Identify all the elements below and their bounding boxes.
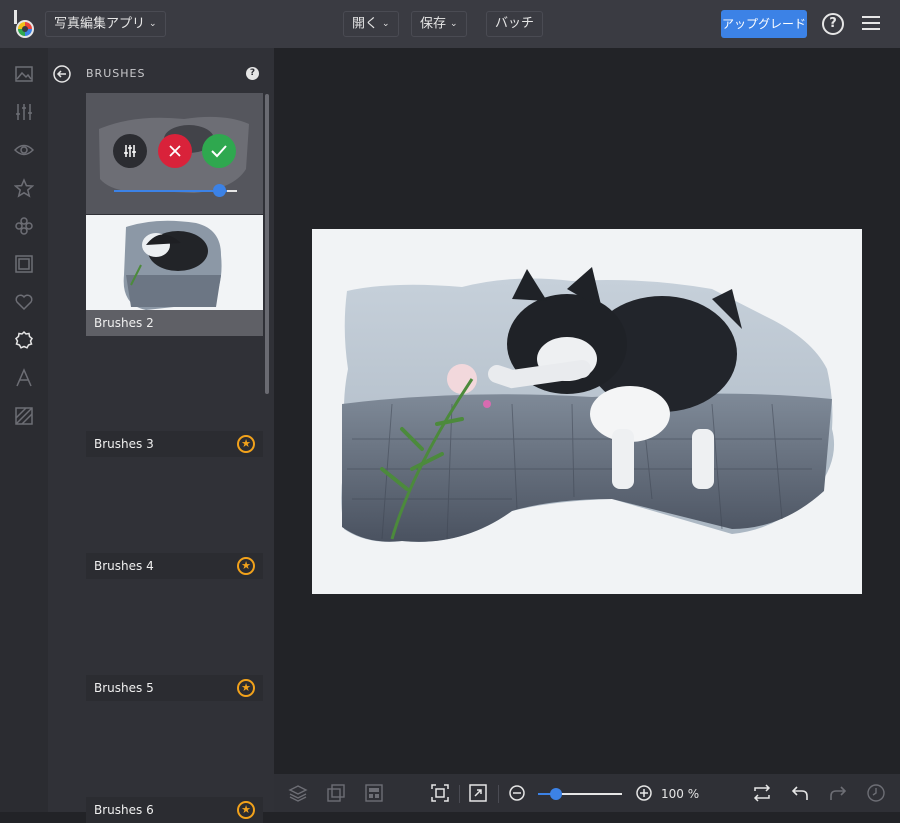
brushes-panel: BRUSHES ? Brushes 2 Brushes 3 ★ Brushes …	[48, 48, 274, 823]
adjust-icon[interactable]	[14, 102, 34, 122]
premium-star-icon: ★	[237, 557, 255, 575]
brushes-3-item[interactable]: Brushes 3 ★	[86, 431, 263, 457]
checkmark-icon	[211, 145, 227, 158]
brushes-2-label: Brushes 2	[94, 316, 154, 330]
zoom-in-icon[interactable]	[634, 783, 654, 803]
open-menu-label: 開く	[352, 16, 379, 32]
tool-sidebar	[0, 48, 48, 812]
kitten-photo-image	[312, 229, 862, 594]
layers-icon[interactable]	[288, 783, 308, 803]
save-menu-button[interactable]: 保存 ⌄	[411, 11, 467, 37]
frame-icon[interactable]	[14, 254, 34, 274]
chevron-down-icon: ⌄	[450, 19, 458, 29]
chevron-down-icon: ⌄	[382, 19, 390, 29]
brushes-4-item[interactable]: Brushes 4 ★	[86, 553, 263, 579]
intensity-slider-rest	[227, 190, 237, 192]
image-icon[interactable]	[14, 64, 34, 84]
batch-button[interactable]: バッチ	[486, 11, 544, 37]
brushes-6-label: Brushes 6	[94, 803, 154, 817]
panel-scrollbar[interactable]	[265, 94, 269, 394]
toolbar-divider	[498, 785, 499, 803]
zoom-slider-thumb[interactable]	[550, 788, 562, 800]
app-name-button[interactable]: 写真編集アプリ ⌄	[45, 11, 166, 37]
premium-star-icon: ★	[237, 801, 255, 819]
sliders-icon	[124, 145, 136, 157]
zoom-value: 100 %	[661, 787, 700, 801]
adjust-brush-button[interactable]	[113, 134, 147, 168]
close-icon	[169, 145, 181, 157]
top-bar: 写真編集アプリ ⌄ 開く ⌄ 保存 ⌄ バッチ アップグレード ?	[0, 0, 900, 48]
help-icon[interactable]: ?	[822, 13, 844, 35]
fit-to-screen-icon[interactable]	[430, 783, 450, 803]
app-logo-icon[interactable]	[12, 8, 38, 40]
text-icon[interactable]	[14, 368, 34, 388]
premium-star-icon: ★	[237, 679, 255, 697]
brushes-2-item[interactable]: Brushes 2	[86, 310, 263, 336]
intensity-slider-thumb[interactable]	[213, 184, 226, 197]
badge-icon[interactable]	[14, 330, 34, 350]
toolbar-divider	[459, 785, 460, 803]
undo-icon[interactable]	[790, 783, 810, 803]
star-icon[interactable]	[14, 178, 34, 198]
hamburger-menu-icon[interactable]	[862, 16, 880, 30]
compare-icon[interactable]	[326, 783, 346, 803]
eye-icon[interactable]	[14, 140, 34, 160]
heart-icon[interactable]	[14, 292, 34, 312]
panel-title: BRUSHES	[86, 67, 146, 80]
expand-icon[interactable]	[468, 783, 488, 803]
photo-preview[interactable]	[312, 229, 862, 594]
flip-icon[interactable]	[752, 783, 772, 803]
history-icon[interactable]	[866, 783, 886, 803]
zoom-out-icon[interactable]	[507, 783, 527, 803]
back-arrow-icon[interactable]	[53, 65, 71, 83]
open-menu-button[interactable]: 開く ⌄	[343, 11, 399, 37]
brushes-4-label: Brushes 4	[94, 559, 154, 573]
texture-icon[interactable]	[14, 406, 34, 426]
app-name-label: 写真編集アプリ	[54, 16, 146, 32]
confirm-button[interactable]	[202, 134, 236, 168]
brushes-3-label: Brushes 3	[94, 437, 154, 451]
layout-icon[interactable]	[364, 783, 384, 803]
upgrade-button[interactable]: アップグレード	[721, 10, 807, 38]
batch-label: バッチ	[495, 16, 535, 31]
brushes-5-label: Brushes 5	[94, 681, 154, 695]
brushes-6-item[interactable]: Brushes 6 ★	[86, 797, 263, 823]
panel-help-icon[interactable]: ?	[246, 67, 259, 80]
save-menu-label: 保存	[420, 16, 447, 32]
flower-icon[interactable]	[14, 216, 34, 236]
chevron-down-icon: ⌄	[149, 19, 157, 29]
premium-star-icon: ★	[237, 435, 255, 453]
redo-icon[interactable]	[828, 783, 848, 803]
brushes-5-item[interactable]: Brushes 5 ★	[86, 675, 263, 701]
cancel-button[interactable]	[158, 134, 192, 168]
brushes-1-active-card[interactable]	[86, 93, 263, 214]
